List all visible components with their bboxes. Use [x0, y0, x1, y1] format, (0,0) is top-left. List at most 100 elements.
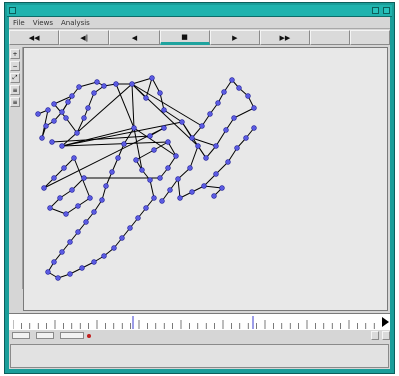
zoom-in-button[interactable]: +	[10, 49, 20, 59]
graph-node[interactable]	[143, 205, 149, 211]
graph-node[interactable]	[135, 215, 141, 221]
graph-node[interactable]	[157, 175, 163, 181]
graph-link[interactable]	[131, 83, 135, 129]
graph-node[interactable]	[215, 100, 221, 106]
graph-node[interactable]	[67, 239, 73, 245]
graph-node[interactable]	[61, 165, 67, 171]
graph-node[interactable]	[251, 105, 257, 111]
graph-node[interactable]	[69, 93, 75, 99]
graph-node[interactable]	[113, 81, 119, 87]
graph-node[interactable]	[74, 130, 80, 136]
graph-node[interactable]	[81, 115, 87, 121]
graph-node[interactable]	[159, 198, 165, 204]
graph-node[interactable]	[129, 81, 135, 87]
status-field-2[interactable]	[36, 332, 54, 339]
graph-node[interactable]	[207, 111, 213, 117]
options-button[interactable]: ≡	[10, 97, 20, 107]
graph-node[interactable]	[119, 235, 125, 241]
graph-node[interactable]	[63, 211, 69, 217]
graph-node[interactable]	[65, 99, 71, 105]
graph-node[interactable]	[115, 155, 121, 161]
status-field-3[interactable]	[60, 332, 84, 339]
graph-node[interactable]	[101, 253, 107, 259]
graph-node[interactable]	[57, 195, 63, 201]
graph-node[interactable]	[139, 167, 145, 173]
graph-node[interactable]	[69, 187, 75, 193]
graph-node[interactable]	[39, 135, 45, 141]
graph-node[interactable]	[151, 147, 157, 153]
stop-button[interactable]: ■	[159, 30, 210, 45]
graph-node[interactable]	[41, 185, 47, 191]
graph-node[interactable]	[143, 95, 149, 101]
graph-node[interactable]	[221, 89, 227, 95]
graph-node[interactable]	[51, 259, 57, 265]
graph-node[interactable]	[151, 195, 157, 201]
graph-node[interactable]	[55, 275, 61, 281]
graph-node[interactable]	[234, 145, 240, 151]
graph-link[interactable]	[131, 77, 153, 85]
graph-node[interactable]	[177, 195, 183, 201]
graph-node[interactable]	[47, 205, 53, 211]
graph-node[interactable]	[161, 125, 167, 131]
graph-node[interactable]	[187, 165, 193, 171]
graph-node[interactable]	[59, 143, 65, 149]
graph-node[interactable]	[189, 135, 195, 141]
graph-node[interactable]	[147, 177, 153, 183]
graph-node[interactable]	[109, 169, 115, 175]
graph-node[interactable]	[45, 269, 51, 275]
fit-view-button[interactable]: ⤢	[10, 73, 20, 83]
graph-link[interactable]	[78, 81, 98, 88]
graph-node[interactable]	[45, 107, 51, 113]
graph-node[interactable]	[131, 125, 137, 131]
network-canvas[interactable]	[23, 47, 388, 311]
graph-node[interactable]	[101, 83, 107, 89]
graph-node[interactable]	[195, 143, 201, 149]
graph-node[interactable]	[167, 187, 173, 193]
play-back-button[interactable]: ◀	[109, 30, 160, 45]
graph-link[interactable]	[149, 179, 155, 199]
graph-node[interactable]	[127, 225, 133, 231]
graph-link[interactable]	[61, 83, 133, 147]
graph-node[interactable]	[179, 119, 185, 125]
graph-node[interactable]	[165, 165, 171, 171]
graph-node[interactable]	[85, 105, 91, 111]
graph-node[interactable]	[75, 203, 81, 209]
graph-node[interactable]	[213, 171, 219, 177]
graph-node[interactable]	[201, 183, 207, 189]
graph-node[interactable]	[236, 85, 242, 91]
status-button-2[interactable]	[382, 331, 390, 340]
graph-node[interactable]	[213, 143, 219, 149]
graph-node[interactable]	[91, 90, 97, 96]
graph-node[interactable]	[87, 195, 93, 201]
graph-node[interactable]	[219, 185, 225, 191]
graph-link[interactable]	[215, 129, 227, 147]
graph-link[interactable]	[203, 185, 223, 189]
graph-node[interactable]	[121, 141, 127, 147]
graph-link[interactable]	[189, 145, 199, 169]
graph-node[interactable]	[67, 271, 73, 277]
timeline-slider[interactable]	[9, 313, 390, 331]
graph-node[interactable]	[59, 249, 65, 255]
window-menu-icon[interactable]	[9, 7, 16, 14]
graph-node[interactable]	[203, 155, 209, 161]
graph-node[interactable]	[173, 153, 179, 159]
zoom-out-button[interactable]: −	[10, 61, 20, 71]
menu-file[interactable]: File	[9, 19, 29, 27]
graph-node[interactable]	[149, 75, 155, 81]
graph-link[interactable]	[177, 178, 181, 199]
graph-node[interactable]	[91, 259, 97, 265]
graph-link[interactable]	[43, 127, 165, 189]
graph-node[interactable]	[63, 115, 69, 121]
network-graph[interactable]	[24, 48, 392, 310]
graph-node[interactable]	[161, 107, 167, 113]
rewind-button[interactable]: ◀|	[59, 30, 110, 45]
graph-node[interactable]	[245, 93, 251, 99]
graph-node[interactable]	[189, 189, 195, 195]
graph-node[interactable]	[75, 229, 81, 235]
fast-rewind-button[interactable]: ◀◀	[9, 30, 60, 45]
graph-node[interactable]	[111, 245, 117, 251]
timeline-end-arrow-icon[interactable]	[382, 317, 389, 327]
graph-node[interactable]	[43, 123, 49, 129]
graph-node[interactable]	[133, 157, 139, 163]
status-field-1[interactable]	[12, 332, 30, 339]
